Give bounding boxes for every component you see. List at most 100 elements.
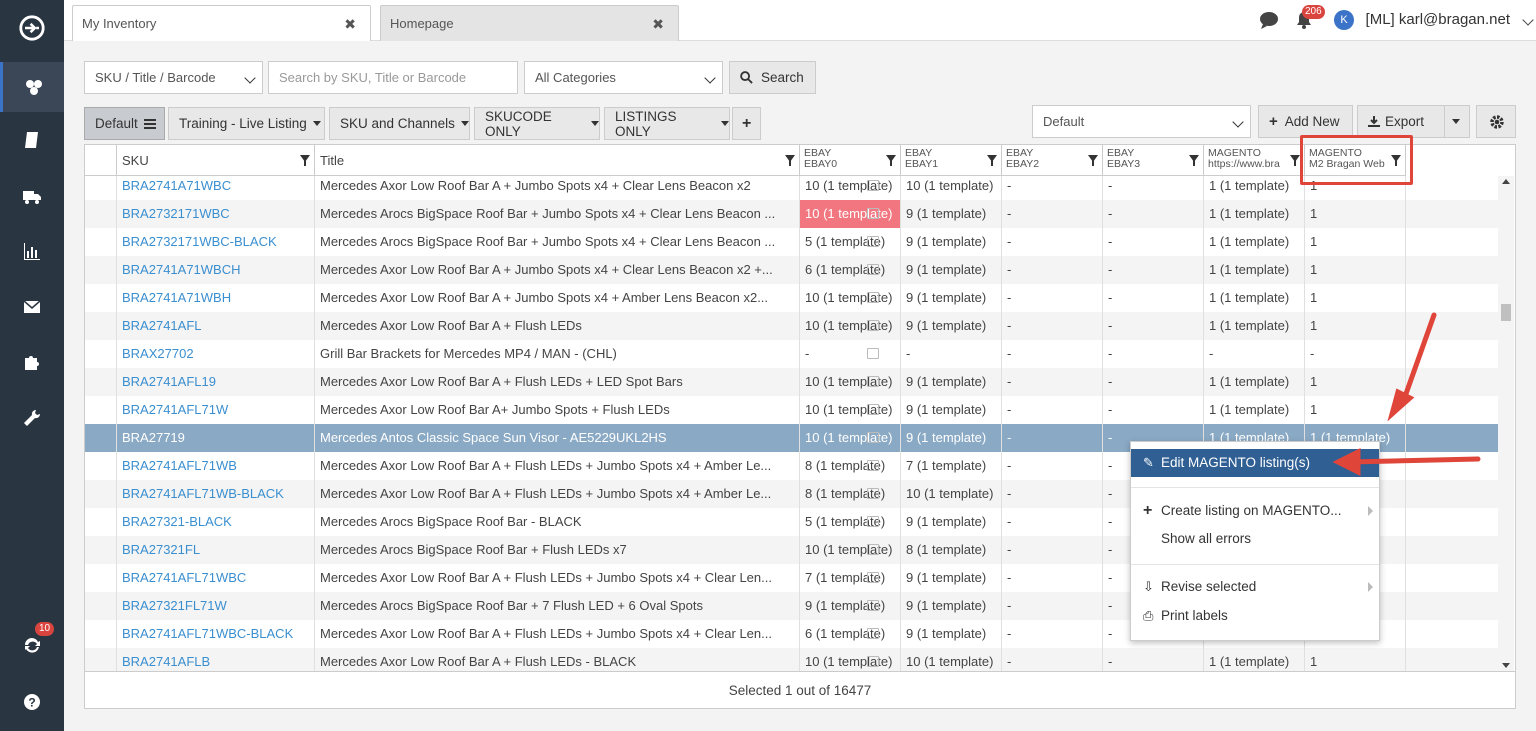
close-icon[interactable]: ✖ <box>344 16 356 33</box>
row-select-cell[interactable] <box>85 648 117 672</box>
view-skucode-only[interactable]: SKUCODE ONLY <box>474 107 600 140</box>
edit-icon[interactable] <box>867 544 879 555</box>
messages-envelope-icon[interactable] <box>0 287 64 327</box>
table-row[interactable]: BRA2732171WBC Mercedes Arocs BigSpace Roo… <box>85 200 1499 228</box>
search-input[interactable]: Search by SKU, Title or Barcode <box>268 61 518 94</box>
add-view-button[interactable]: + <box>732 107 761 140</box>
filter-icon[interactable] <box>1189 155 1199 166</box>
menu-item-edit-listing[interactable]: ✎ Edit MAGENTO listing(s) <box>1131 449 1379 477</box>
row-select-cell[interactable] <box>85 312 117 340</box>
sku-link[interactable]: BRA2732171WBC-BLACK <box>117 228 315 256</box>
sku-link[interactable]: BRA2741A71WBH <box>117 284 315 312</box>
edit-icon[interactable] <box>867 600 879 611</box>
user-menu[interactable]: [ML] karl@bragan.net <box>1366 11 1510 28</box>
shipping-truck-icon[interactable] <box>0 176 64 216</box>
sku-link[interactable]: BRA2732171WBC <box>117 200 315 228</box>
row-select-cell[interactable] <box>85 256 117 284</box>
help-icon[interactable]: ? <box>0 682 64 722</box>
table-row[interactable]: BRA2741AFLB Mercedes Axor Low Roof Bar A … <box>85 648 1499 672</box>
edit-icon[interactable] <box>867 516 879 527</box>
settings-wrench-icon[interactable] <box>0 398 64 438</box>
edit-icon[interactable] <box>867 180 879 191</box>
row-select-cell[interactable] <box>85 452 117 480</box>
scrollbar-thumb[interactable] <box>1501 304 1511 321</box>
row-select-cell[interactable] <box>85 200 117 228</box>
edit-icon[interactable] <box>867 236 879 247</box>
row-select-cell[interactable] <box>85 396 117 424</box>
sku-link[interactable]: BRA27321FL71W <box>117 592 315 620</box>
edit-icon[interactable] <box>867 488 879 499</box>
sku-link[interactable]: BRA2741AFL19 <box>117 368 315 396</box>
tab-homepage[interactable]: Homepage ✖ <box>380 5 679 41</box>
edit-icon[interactable] <box>867 432 879 443</box>
row-select-cell[interactable] <box>85 424 117 452</box>
sku-link[interactable]: BRA27321-BLACK <box>117 508 315 536</box>
integrations-puzzle-icon[interactable] <box>0 342 64 382</box>
view-select[interactable]: Default <box>1032 105 1251 138</box>
add-new-button[interactable]: + Add New <box>1258 105 1353 138</box>
row-select-cell[interactable] <box>85 620 117 648</box>
view-listings-only[interactable]: LISTINGS ONLY <box>604 107 730 140</box>
export-button[interactable]: Export <box>1357 105 1445 138</box>
edit-icon[interactable] <box>867 628 879 639</box>
filter-icon[interactable] <box>1290 155 1300 166</box>
orders-icon[interactable] <box>0 120 64 160</box>
scroll-up-icon[interactable] <box>1502 179 1510 184</box>
column-header-ebay1[interactable]: EBAY EBAY1 <box>901 145 1002 176</box>
column-header-sku[interactable]: SKU <box>117 145 315 176</box>
logo-icon[interactable] <box>0 8 64 48</box>
row-select-header[interactable] <box>85 145 117 176</box>
row-select-cell[interactable] <box>85 564 117 592</box>
reports-chart-icon[interactable] <box>0 231 64 271</box>
export-dropdown[interactable] <box>1444 105 1470 138</box>
sku-link[interactable]: BRA27719 <box>117 424 315 452</box>
row-select-cell[interactable] <box>85 284 117 312</box>
chevron-down-icon[interactable] <box>1522 14 1534 26</box>
scrollbar[interactable] <box>1498 176 1514 672</box>
edit-icon[interactable] <box>867 264 879 275</box>
edit-icon[interactable] <box>867 460 879 471</box>
menu-item-show-errors[interactable]: Show all errors <box>1131 525 1379 553</box>
sku-link[interactable]: BRA2741AFL71WBC <box>117 564 315 592</box>
edit-icon[interactable] <box>867 348 879 359</box>
view-default[interactable]: Default <box>84 107 165 140</box>
row-select-cell[interactable] <box>85 508 117 536</box>
view-sku-and-channels[interactable]: SKU and Channels <box>329 107 470 140</box>
table-row[interactable]: BRA2732171WBC-BLACK Mercedes Arocs BigSpa… <box>85 228 1499 256</box>
table-row[interactable]: BRA2741A71WBCH Mercedes Axor Low Roof Bar… <box>85 256 1499 284</box>
sync-icon[interactable]: 10 <box>0 622 64 665</box>
sku-link[interactable]: BRA2741A71WBC <box>117 176 315 200</box>
row-select-cell[interactable] <box>85 340 117 368</box>
edit-icon[interactable] <box>867 656 879 667</box>
filter-icon[interactable] <box>1088 155 1098 166</box>
sku-link[interactable]: BRAX27702 <box>117 340 315 368</box>
table-row[interactable]: BRAX27702 Grill Bar Brackets for Mercedes… <box>85 340 1499 368</box>
edit-icon[interactable] <box>867 292 879 303</box>
row-select-cell[interactable] <box>85 592 117 620</box>
table-row[interactable]: BRA2741AFL Mercedes Axor Low Roof Bar A +… <box>85 312 1499 340</box>
table-row[interactable]: BRA2741AFL19 Mercedes Axor Low Roof Bar A… <box>85 368 1499 396</box>
row-select-cell[interactable] <box>85 536 117 564</box>
table-row[interactable]: BRA2741A71WBC Mercedes Axor Low Roof Bar … <box>85 176 1499 200</box>
tab-my-inventory[interactable]: My Inventory ✖ <box>72 5 371 41</box>
filter-icon[interactable] <box>300 155 310 166</box>
column-header-ebay3[interactable]: EBAY EBAY3 <box>1103 145 1204 176</box>
filter-icon[interactable] <box>886 155 896 166</box>
sku-link[interactable]: BRA2741AFL71WB <box>117 452 315 480</box>
row-select-cell[interactable] <box>85 228 117 256</box>
menu-item-revise-selected[interactable]: ⇩ Revise selected <box>1131 573 1379 601</box>
filter-icon[interactable] <box>987 155 997 166</box>
sku-link[interactable]: BRA27321FL <box>117 536 315 564</box>
row-select-cell[interactable] <box>85 480 117 508</box>
table-row[interactable]: BRA2741AFL71W Mercedes Axor Low Roof Bar … <box>85 396 1499 424</box>
table-row[interactable]: BRA2741A71WBH Mercedes Axor Low Roof Bar … <box>85 284 1499 312</box>
edit-icon[interactable] <box>867 376 879 387</box>
scroll-down-icon[interactable] <box>1502 663 1510 668</box>
sku-link[interactable]: BRA2741AFL71WBC-BLACK <box>117 620 315 648</box>
inventory-icon[interactable] <box>0 62 64 112</box>
category-select[interactable]: All Categories <box>524 61 723 94</box>
sku-link[interactable]: BRA2741AFLB <box>117 648 315 672</box>
column-header-magento-www[interactable]: MAGENTO https://www.bra <box>1204 145 1305 176</box>
menu-item-create-listing[interactable]: + Create listing on MAGENTO... <box>1131 497 1379 525</box>
avatar[interactable]: K <box>1334 10 1354 30</box>
